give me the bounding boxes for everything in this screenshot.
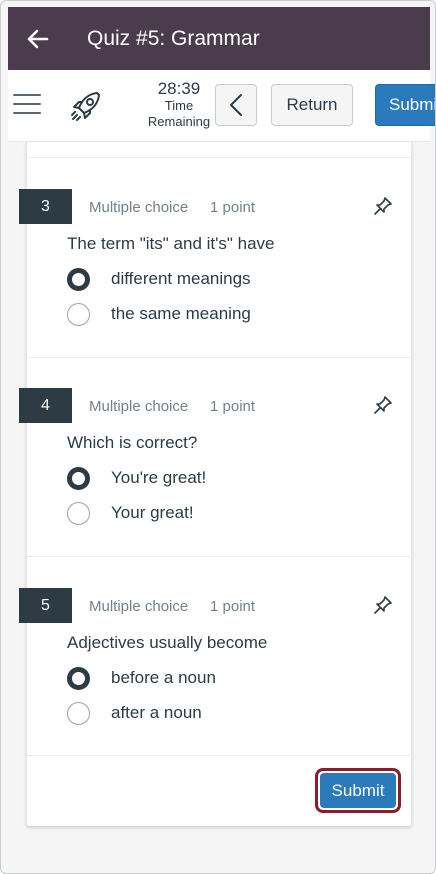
option-label: the same meaning	[111, 304, 251, 323]
time-remaining: 28:39 Time Remaining	[144, 79, 214, 130]
pin-icon[interactable]	[373, 595, 393, 615]
pin-icon[interactable]	[373, 196, 393, 216]
questions-panel: 3 Multiple choice 1 point The term "its"…	[19, 142, 412, 826]
return-button[interactable]: Return	[271, 84, 353, 126]
question-number: 4	[19, 388, 72, 423]
divider	[27, 357, 411, 358]
question-number: 5	[19, 588, 72, 623]
answer-option[interactable]: different meanings	[67, 266, 251, 292]
back-arrow-icon[interactable]	[8, 7, 68, 70]
answer-option[interactable]: after a noun	[67, 700, 202, 726]
radio-unselected[interactable]	[67, 501, 90, 525]
option-label: different meanings	[111, 269, 251, 288]
question-text: The term "its" and it's" have	[67, 234, 275, 253]
answer-option[interactable]: before a noun	[67, 665, 216, 691]
app-frame: Quiz #5: Grammar 28:39 Time Remaining Re…	[0, 0, 436, 874]
radio-selected[interactable]	[67, 267, 90, 291]
radio-unselected[interactable]	[67, 302, 90, 326]
time-label-line2: Remaining	[147, 114, 211, 129]
divider	[27, 755, 411, 756]
question-points: 1 point	[210, 598, 256, 615]
question-type: Multiple choice	[89, 199, 189, 216]
submit-button-bottom[interactable]: Submit	[315, 768, 401, 813]
rocket-icon	[68, 88, 104, 124]
question-type: Multiple choice	[89, 598, 189, 615]
radio-selected[interactable]	[67, 466, 90, 490]
option-label: before a noun	[111, 668, 216, 687]
option-label: after a noun	[111, 703, 202, 722]
divider	[27, 556, 411, 557]
radio-unselected[interactable]	[67, 701, 90, 725]
option-label: Your great!	[111, 503, 194, 522]
question-4: 4 Multiple choice 1 point Which is corre…	[19, 388, 411, 568]
option-label: You're great!	[111, 468, 207, 487]
question-points: 1 point	[210, 199, 256, 216]
answer-option[interactable]: the same meaning	[67, 301, 251, 327]
answer-option[interactable]: You're great!	[67, 465, 206, 491]
pin-icon[interactable]	[373, 395, 393, 415]
question-text: Which is correct?	[67, 433, 198, 452]
divider	[27, 157, 411, 158]
submit-button-label: Submit	[320, 773, 396, 808]
time-label-line1: Time	[164, 98, 194, 113]
question-5: 5 Multiple choice 1 point Adjectives usu…	[19, 588, 411, 768]
question-type: Multiple choice	[89, 398, 189, 415]
quiz-toolbar: 28:39 Time Remaining Return Submit	[8, 70, 435, 142]
question-3: 3 Multiple choice 1 point The term "its"…	[19, 189, 411, 369]
chevron-left-icon	[230, 94, 242, 116]
hamburger-menu-icon[interactable]	[13, 94, 41, 116]
answer-option[interactable]: Your great!	[67, 500, 194, 526]
previous-button[interactable]	[215, 84, 257, 126]
radio-selected[interactable]	[67, 666, 90, 690]
time-value: 28:39	[157, 79, 201, 98]
question-number: 3	[19, 189, 72, 224]
submit-button-top[interactable]: Submit	[375, 84, 435, 126]
question-text: Adjectives usually become	[67, 633, 268, 652]
question-points: 1 point	[210, 398, 256, 415]
title-bar: Quiz #5: Grammar	[8, 7, 430, 70]
page-title: Quiz #5: Grammar	[87, 26, 260, 50]
